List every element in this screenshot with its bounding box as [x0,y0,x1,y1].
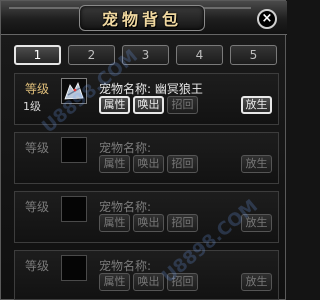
attributes-button[interactable]: 属性 [99,96,130,114]
pet-portrait-empty [61,255,87,281]
tab-5[interactable]: 5 [230,45,277,65]
level-label: 等级 [25,200,50,214]
level-value: 1级 [23,100,41,113]
summon-button[interactable]: 唤出 [133,96,164,114]
pet-slot-4: 等级 宠物名称: 属性 唤出 招回 放生 [14,250,279,300]
close-icon[interactable]: × [257,9,277,29]
tab-2[interactable]: 2 [68,45,115,65]
pet-name: 宠物名称: [99,200,152,214]
pet-slot-3: 等级 宠物名称: 属性 唤出 招回 放生 [14,191,279,243]
pet-portrait-empty [61,137,87,163]
pet-action-buttons: 属性 唤出 招回 [99,96,198,114]
release-button[interactable]: 放生 [241,155,272,173]
tab-4[interactable]: 4 [176,45,223,65]
pet-bag-window: 宠物背包 × 1 2 3 4 5 等级 1级 宠物名称: 幽冥狼王 属性 唤出 … [0,0,287,300]
summon-button[interactable]: 唤出 [133,273,164,291]
release-button[interactable]: 放生 [241,214,272,232]
window-title: 宠物背包 [79,5,205,31]
level-label: 等级 [25,259,50,273]
level-label: 等级 [25,141,50,155]
summon-button[interactable]: 唤出 [133,214,164,232]
recall-button[interactable]: 招回 [167,214,198,232]
wolf-king-icon [62,79,86,103]
pet-action-buttons: 属性 唤出 招回 [99,273,198,291]
attributes-button[interactable]: 属性 [99,214,130,232]
recall-button[interactable]: 招回 [167,155,198,173]
recall-button[interactable]: 招回 [167,96,198,114]
tab-1[interactable]: 1 [14,45,61,65]
page-tabs: 1 2 3 4 5 [14,45,277,65]
pet-name: 宠物名称: [99,141,152,155]
pet-slot-1: 等级 1级 宠物名称: 幽冥狼王 属性 唤出 招回 放生 [14,73,279,125]
recall-button[interactable]: 招回 [167,273,198,291]
pet-action-buttons: 属性 唤出 招回 [99,155,198,173]
release-button[interactable]: 放生 [241,273,272,291]
pet-name: 宠物名称: 幽冥狼王 [99,82,203,96]
pet-action-buttons: 属性 唤出 招回 [99,214,198,232]
release-button[interactable]: 放生 [241,96,272,114]
pet-name: 宠物名称: [99,259,152,273]
attributes-button[interactable]: 属性 [99,155,130,173]
pet-portrait-empty [61,196,87,222]
attributes-button[interactable]: 属性 [99,273,130,291]
pet-slot-2: 等级 宠物名称: 属性 唤出 招回 放生 [14,132,279,184]
summon-button[interactable]: 唤出 [133,155,164,173]
tab-3[interactable]: 3 [122,45,169,65]
level-label: 等级 [25,82,50,96]
pet-portrait[interactable] [61,78,87,104]
